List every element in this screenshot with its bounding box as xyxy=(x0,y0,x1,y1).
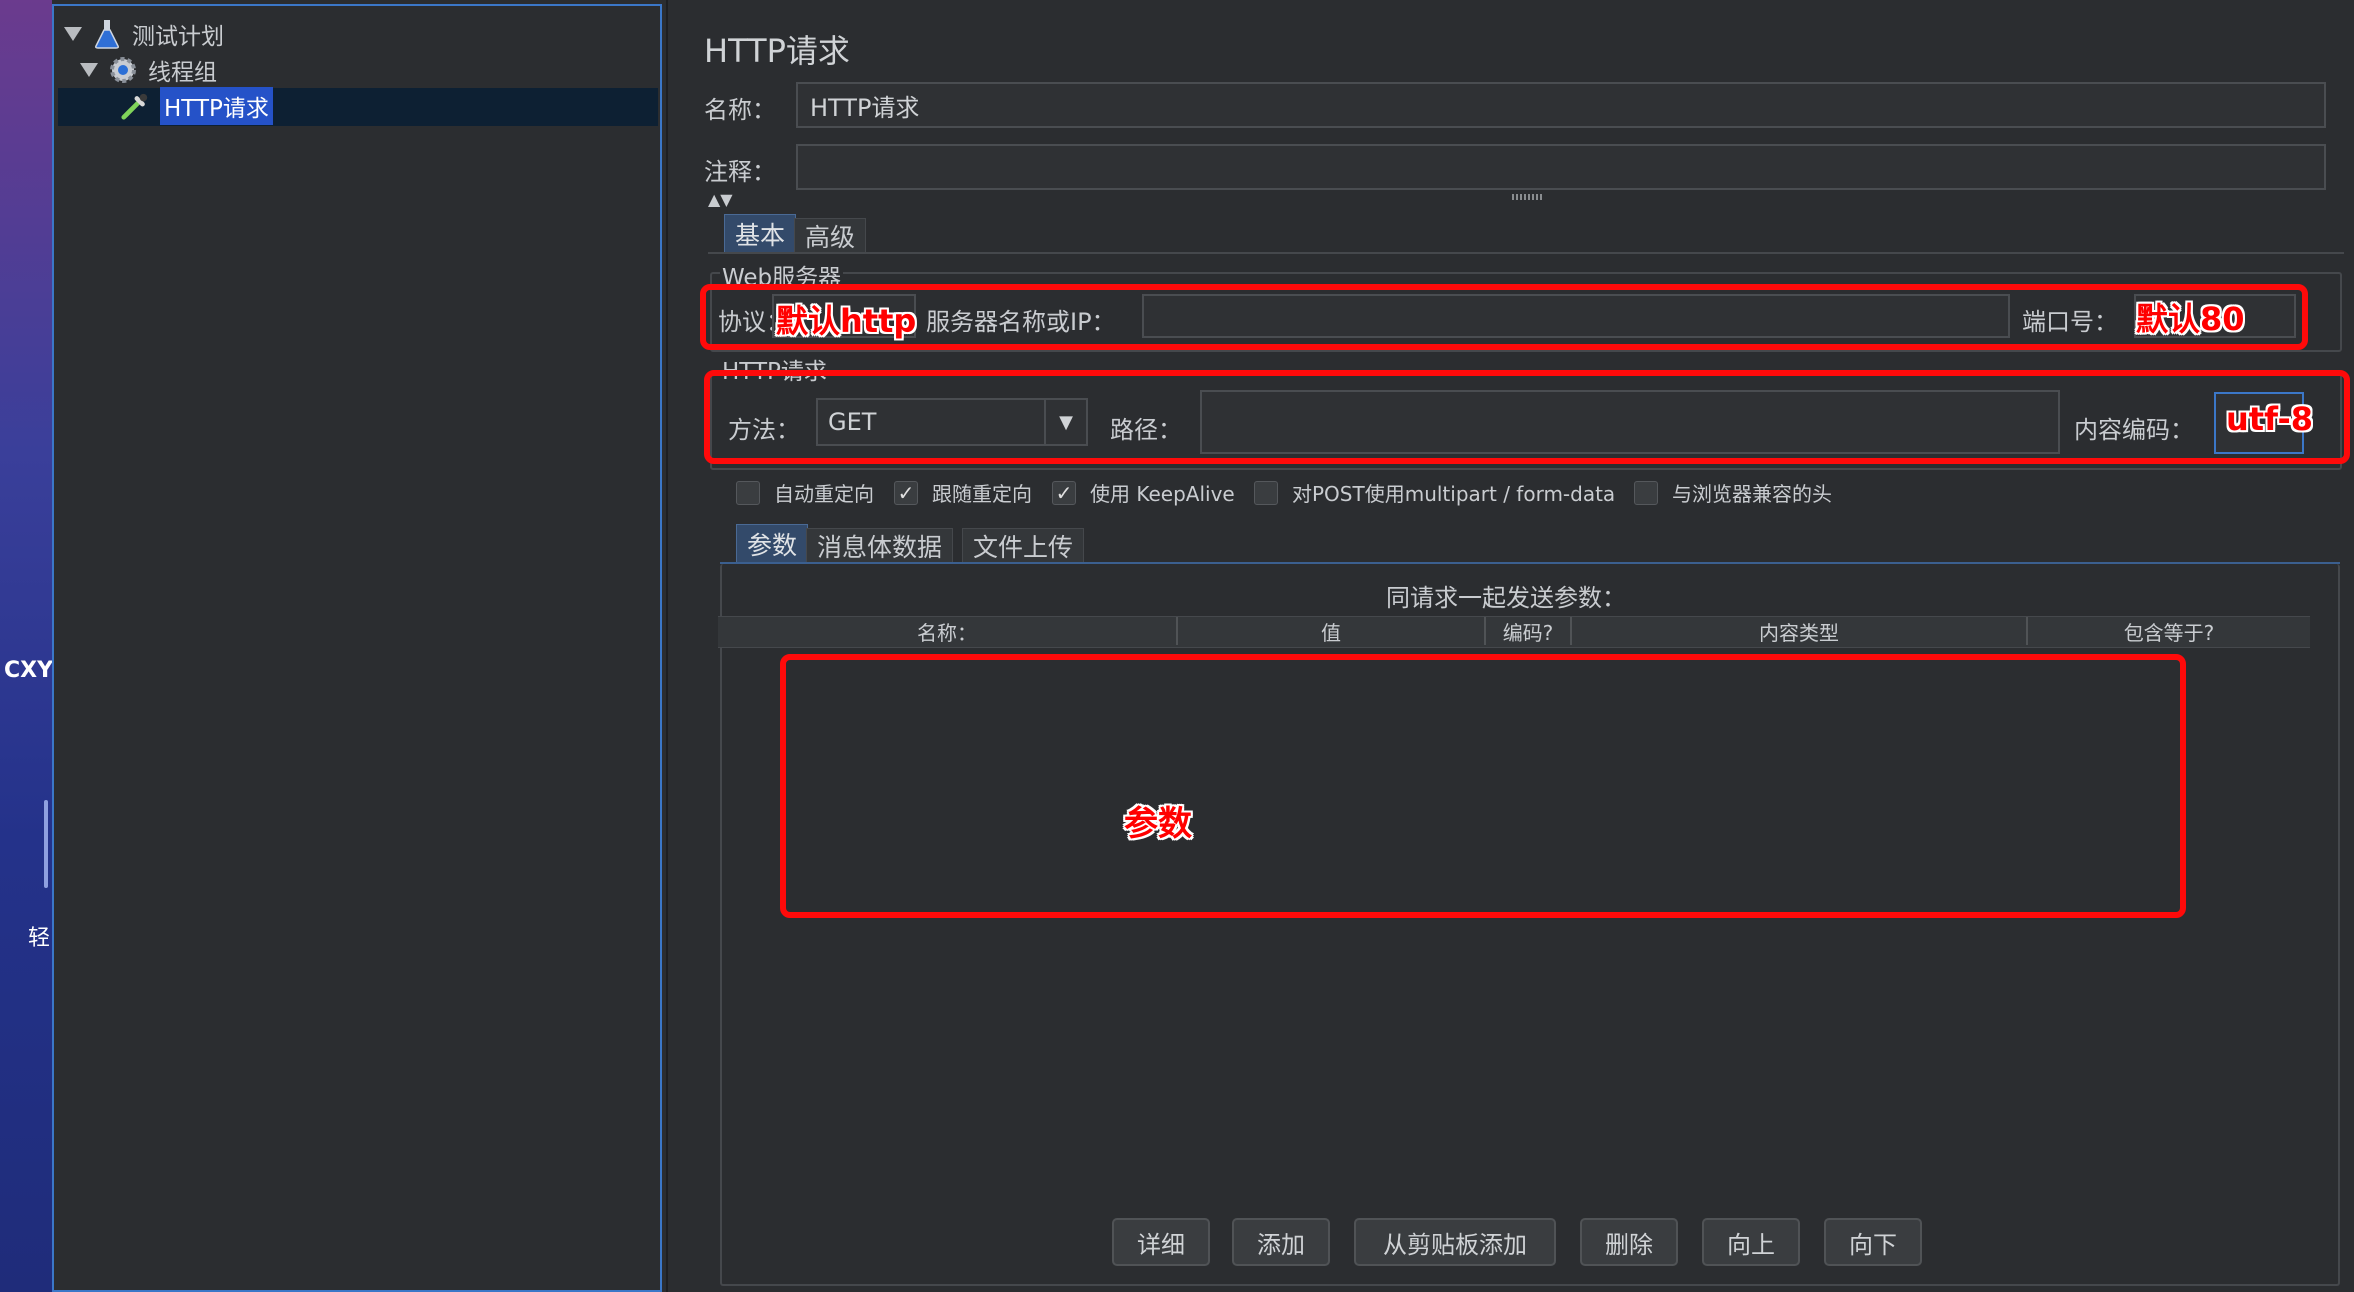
column-header-name[interactable]: 名称： xyxy=(718,617,1178,645)
desktop-label: CXY xyxy=(4,658,54,683)
name-field[interactable]: HTTP请求 xyxy=(796,82,2326,128)
http-request-panel: HTTP请求 名称： HTTP请求 注释： ▲▼ 基本 高级 Web服务器 协议… xyxy=(666,0,2354,1292)
add-from-clipboard-button[interactable]: 从剪贴板添加 xyxy=(1354,1218,1556,1266)
tree-node-label: 线程组 xyxy=(148,60,217,86)
annotation-box-params xyxy=(780,654,2186,918)
tab-body-data[interactable]: 消息体数据 xyxy=(806,528,954,563)
checkbox-keepalive[interactable]: ✓ 使用 KeepAlive xyxy=(1052,478,1235,507)
expand-arrow-icon[interactable] xyxy=(64,27,82,41)
checkbox-label: 使用 KeepAlive xyxy=(1090,482,1235,506)
params-caption: 同请求一起发送参数： xyxy=(1386,584,1626,612)
tab-divider xyxy=(708,252,2344,254)
checkbox-label: 与浏览器兼容的头 xyxy=(1672,482,1832,506)
delete-button[interactable]: 删除 xyxy=(1580,1218,1678,1266)
expand-arrow-icon[interactable] xyxy=(80,63,98,77)
column-header-include-equals[interactable]: 包含等于? xyxy=(2028,617,2310,645)
tree-node-http-request[interactable]: HTTP请求 xyxy=(120,87,273,125)
name-label: 名称： xyxy=(704,96,776,124)
resize-grip[interactable] xyxy=(1512,194,1542,200)
checkbox-multipart[interactable]: 对POST使用multipart / form-data xyxy=(1254,478,1615,507)
checkbox-label: 对POST使用multipart / form-data xyxy=(1292,482,1616,506)
column-header-content-type[interactable]: 内容类型 xyxy=(1572,617,2028,645)
check-icon[interactable]: ✓ xyxy=(1052,480,1076,505)
annotation-box-web-server xyxy=(700,284,2308,350)
tree-node-thread-group[interactable]: 线程组 xyxy=(80,52,217,88)
checkbox-label: 跟随重定向 xyxy=(932,482,1032,506)
comment-field[interactable] xyxy=(796,144,2326,190)
column-header-encode[interactable]: 编码? xyxy=(1486,617,1572,645)
move-up-button[interactable]: 向上 xyxy=(1702,1218,1800,1266)
desktop-scroll-indicator xyxy=(44,800,48,888)
annotation-port: 默认80 xyxy=(2136,300,2245,338)
annotation-encoding: utf-8 xyxy=(2226,400,2313,438)
checkbox-box[interactable] xyxy=(1634,480,1658,505)
checkbox-box[interactable] xyxy=(736,480,760,505)
desktop-label: 轻 xyxy=(28,926,51,951)
pipette-icon xyxy=(120,91,150,121)
checkbox-auto-redirect[interactable]: 自动重定向 xyxy=(736,478,874,507)
add-button[interactable]: 添加 xyxy=(1232,1218,1330,1266)
tab-advanced[interactable]: 高级 xyxy=(794,218,867,253)
test-plan-tree: 测试计划 线程组 HTTP请求 xyxy=(52,4,662,1292)
checkbox-label: 自动重定向 xyxy=(774,482,874,506)
comment-label: 注释： xyxy=(704,158,776,186)
move-down-button[interactable]: 向下 xyxy=(1824,1218,1922,1266)
desktop-background: CXY 轻 xyxy=(0,0,54,1292)
tree-node-label: 测试计划 xyxy=(132,24,224,50)
tab-basic[interactable]: 基本 xyxy=(724,214,797,253)
checkbox-follow-redirect[interactable]: ✓ 跟随重定向 xyxy=(894,478,1032,507)
annotation-params: 参数 xyxy=(1124,804,1192,844)
tab-params[interactable]: 参数 xyxy=(736,524,809,563)
checkbox-box[interactable] xyxy=(1254,480,1278,505)
annotation-protocol: 默认http xyxy=(776,302,917,340)
tab-file-upload[interactable]: 文件上传 xyxy=(962,528,1085,563)
detail-button[interactable]: 详细 xyxy=(1112,1218,1210,1266)
collapse-arrows-icon[interactable]: ▲▼ xyxy=(708,190,733,209)
gear-icon xyxy=(108,55,138,85)
flask-icon xyxy=(92,19,122,49)
tree-node-test-plan[interactable]: 测试计划 xyxy=(64,16,224,52)
page-title: HTTP请求 xyxy=(704,32,850,70)
tree-node-label: HTTP请求 xyxy=(160,87,273,125)
column-header-value[interactable]: 值 xyxy=(1178,617,1486,645)
annotation-box-http-request xyxy=(704,370,2350,464)
check-icon[interactable]: ✓ xyxy=(894,480,918,505)
checkbox-browser-headers[interactable]: 与浏览器兼容的头 xyxy=(1634,478,1832,507)
